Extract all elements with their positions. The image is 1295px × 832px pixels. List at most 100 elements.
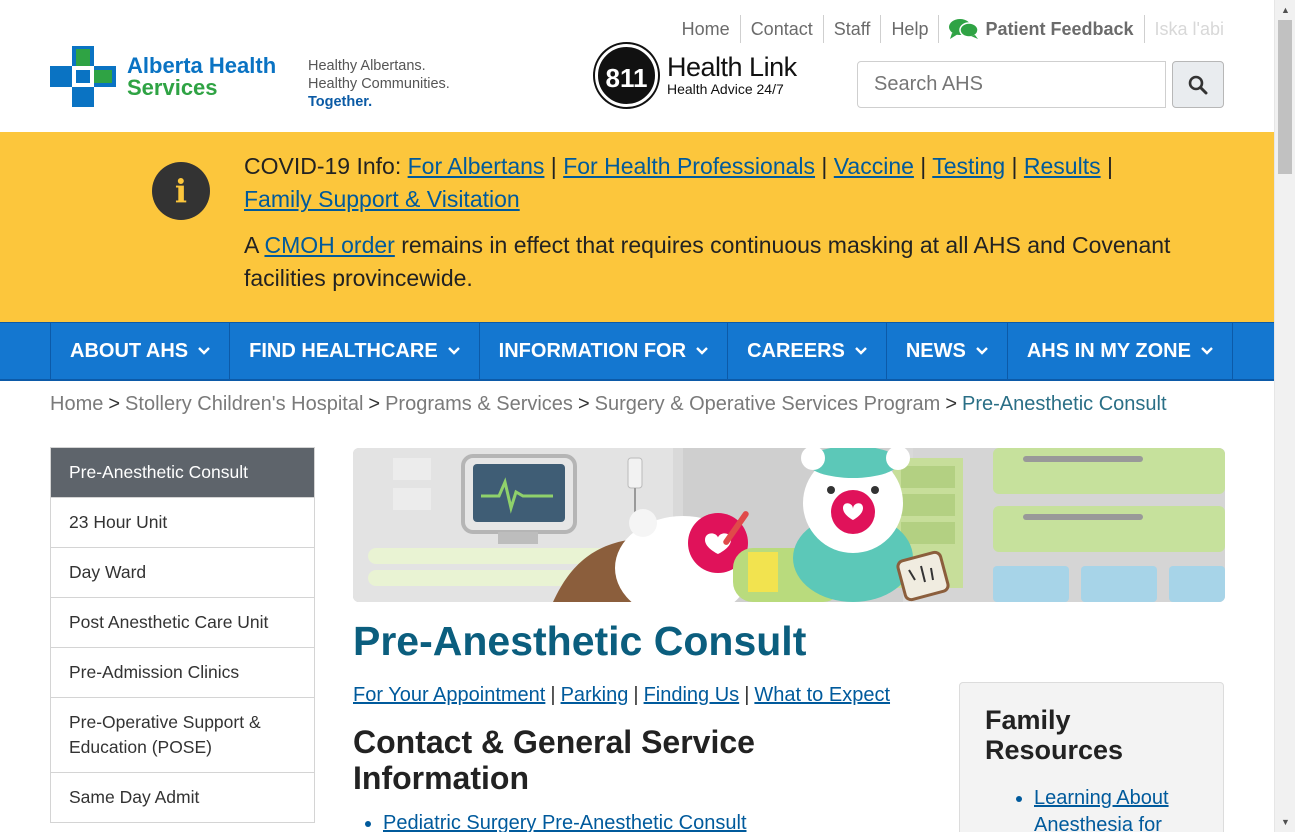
sidebar-item-pre-admission-clinics[interactable]: Pre-Admission Clinics [51, 647, 314, 697]
nav-careers-label: CAREERS [747, 339, 845, 362]
chevron-down-icon [696, 347, 708, 355]
chevron-down-icon [198, 347, 211, 355]
health-link-text: Health Link Health Advice 24/7 [667, 52, 797, 98]
link-separator: | [550, 684, 556, 706]
section-sidebar: Pre-Anesthetic Consult 23 Hour Unit Day … [50, 447, 315, 823]
tagline-line1: Healthy Albertans. [308, 58, 426, 74]
site-header: Alberta Health Services Healthy Albertan… [0, 0, 1274, 132]
contact-section-heading: Contact & General Service Information [353, 724, 755, 796]
covid-link-testing[interactable]: Testing [932, 153, 1005, 179]
chevron-down-icon [976, 347, 988, 355]
chevron-down-icon [1201, 347, 1213, 355]
nav-about-ahs-label: ABOUT AHS [70, 339, 189, 362]
nav-find-healthcare-label: FIND HEALTHCARE [249, 339, 438, 362]
search-form [857, 61, 1224, 108]
chat-bubbles-icon [949, 19, 980, 39]
search-button[interactable] [1172, 61, 1224, 108]
search-input[interactable] [857, 61, 1166, 108]
sidebar-item-23-hour-unit[interactable]: 23 Hour Unit [51, 497, 314, 547]
utility-home-link[interactable]: Home [682, 15, 741, 43]
quick-link-appointment[interactable]: For Your Appointment [353, 684, 545, 706]
nav-information-for[interactable]: INFORMATION FOR [480, 323, 729, 379]
sidebar-item-pose[interactable]: Pre-Operative Support & Education (POSE) [51, 697, 314, 772]
health-link-logo[interactable]: 811 Health Link Health Advice 24/7 [595, 44, 797, 107]
scroll-up-arrow-icon[interactable]: ▲ [1275, 2, 1295, 18]
breadcrumb-current: Pre-Anesthetic Consult [962, 393, 1167, 415]
family-resource-anesthesia-link[interactable]: Learning About Anesthesia for [1034, 785, 1198, 832]
utility-contact-link[interactable]: Contact [741, 15, 824, 43]
chevron-down-icon [447, 347, 460, 355]
breadcrumb-separator: > [108, 393, 121, 415]
nav-news[interactable]: NEWS [887, 323, 1008, 379]
covid-link-results[interactable]: Results [1024, 153, 1101, 179]
ahs-cross-icon [50, 46, 116, 107]
nav-about-ahs[interactable]: ABOUT AHS [51, 323, 231, 379]
family-resources-list: Learning About Anesthesia for [1034, 785, 1198, 832]
covid-link-health-professionals[interactable]: For Health Professionals [563, 153, 815, 179]
covid-link-albertans[interactable]: For Albertans [408, 153, 545, 179]
info-icon: i [152, 162, 210, 220]
link-separator: | [633, 684, 639, 706]
811-badge: 811 [595, 44, 658, 107]
breadcrumb-separator: > [368, 393, 381, 415]
utility-help-link[interactable]: Help [881, 15, 940, 43]
breadcrumb-programs[interactable]: Programs & Services [385, 393, 573, 415]
breadcrumb-separator: > [945, 393, 957, 415]
nav-ahs-in-my-zone-label: AHS IN MY ZONE [1026, 339, 1191, 362]
covid-banner-text: COVID-19 Info: For Albertans | For Healt… [244, 150, 1184, 295]
quick-link-parking[interactable]: Parking [561, 684, 629, 706]
contact-list: Pediatric Surgery Pre-Anesthetic Consult [383, 812, 747, 832]
scroll-down-arrow-icon[interactable]: ▼ [1275, 814, 1295, 830]
covid-links-line: COVID-19 Info: For Albertans | For Healt… [244, 153, 1113, 212]
scrollbar-thumb[interactable] [1278, 20, 1292, 174]
health-link-title: Health Link [667, 52, 797, 82]
breadcrumb-stollery[interactable]: Stollery Children's Hospital [125, 393, 363, 415]
patient-feedback-label: Patient Feedback [985, 19, 1134, 39]
breadcrumb-separator: > [577, 393, 590, 415]
patient-feedback-link[interactable]: Patient Feedback [939, 15, 1145, 43]
family-resources-panel: Family Resources Learning About Anesthes… [959, 682, 1224, 832]
teddy-bear-surgery-illustration [353, 448, 1225, 602]
covid-link-family-support[interactable]: Family Support & Visitation [244, 186, 520, 212]
page-title: Pre-Anesthetic Consult [353, 618, 807, 664]
search-icon [1188, 75, 1208, 94]
cmoh-order-link[interactable]: CMOH order [264, 232, 394, 258]
hero-illustration [353, 448, 1225, 602]
quick-link-what-to-expect[interactable]: What to Expect [754, 684, 890, 706]
tagline-line2: Healthy Communities. [308, 76, 450, 92]
cmoh-notice-prefix: A [244, 232, 259, 258]
nav-careers[interactable]: CAREERS [728, 323, 887, 379]
quick-links: For Your Appointment | Parking | Finding Us |… [353, 684, 890, 707]
page-scrollbar[interactable]: ▲ ▼ [1274, 0, 1295, 832]
covid-link-vaccine[interactable]: Vaccine [834, 153, 914, 179]
nav-news-label: NEWS [905, 339, 966, 362]
tagline-line3: Together. [308, 94, 373, 110]
health-link-subtitle: Health Advice 24/7 [667, 81, 784, 97]
covid-banner: i COVID-19 Info: For Albertans | For Hea… [0, 132, 1274, 322]
logo-line1: Alberta Health [127, 52, 277, 78]
sidebar-item-pre-anesthetic-consult[interactable]: Pre-Anesthetic Consult [51, 448, 314, 497]
language-link[interactable]: Iska l'abi [1145, 15, 1224, 43]
sidebar-item-pacu[interactable]: Post Anesthetic Care Unit [51, 597, 314, 647]
breadcrumb-surgery-program[interactable]: Surgery & Operative Services Program [595, 393, 941, 415]
chevron-down-icon [855, 347, 867, 355]
breadcrumb: Home > Stollery Children's Hospital > Progra… [50, 393, 1167, 416]
quick-link-finding-us[interactable]: Finding Us [644, 684, 740, 706]
utility-staff-link[interactable]: Staff [824, 15, 882, 43]
logo-text: Alberta Health Services [127, 52, 277, 99]
breadcrumb-home[interactable]: Home [50, 393, 103, 415]
nav-information-for-label: INFORMATION FOR [498, 339, 687, 362]
sidebar-item-same-day-admit[interactable]: Same Day Admit [51, 772, 314, 822]
cmoh-notice: A CMOH order remains in effect that requ… [244, 229, 1184, 295]
utility-nav: Home Contact Staff Help Patient Feedback… [682, 14, 1224, 44]
covid-intro: COVID-19 Info: [244, 153, 402, 179]
link-separator: | [744, 684, 750, 706]
sidebar-item-day-ward[interactable]: Day Ward [51, 547, 314, 597]
nav-ahs-in-my-zone[interactable]: AHS IN MY ZONE [1008, 323, 1233, 379]
page: Alberta Health Services Healthy Albertan… [0, 0, 1274, 832]
ahs-logo[interactable]: Alberta Health Services [50, 46, 276, 107]
tagline: Healthy Albertans. Healthy Communities. … [308, 57, 450, 111]
nav-find-healthcare[interactable]: FIND HEALTHCARE [230, 323, 480, 379]
main-nav: ABOUT AHS FIND HEALTHCARE INFORMATION FO… [0, 322, 1274, 381]
contact-item-pediatric-surgery[interactable]: Pediatric Surgery Pre-Anesthetic Consult [383, 812, 747, 832]
